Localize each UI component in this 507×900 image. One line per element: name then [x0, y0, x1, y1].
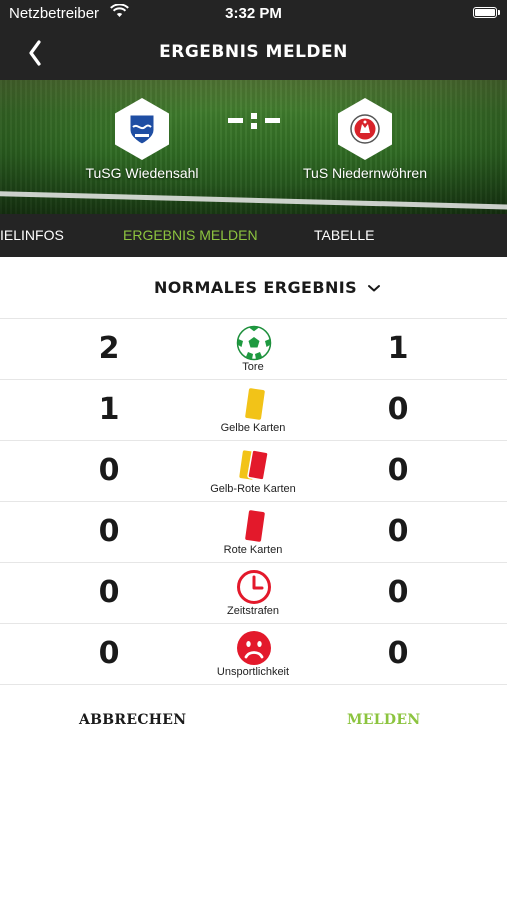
yellow-red-card-icon [234, 447, 274, 483]
battery-icon [473, 7, 500, 18]
sad-face-icon [234, 630, 274, 666]
cancel-button[interactable]: ABBRECHEN [79, 712, 186, 728]
away-unsportsmanlike-value[interactable]: 0 [368, 636, 428, 671]
stat-row-yellow-cards: 1 Gelbe Karten 0 [0, 380, 507, 441]
home-team-name: TuSG Wiedensahl [85, 165, 199, 181]
chevron-down-icon[interactable] [367, 284, 381, 293]
stat-row-yellow-red-cards: 0 Gelb-Rote Karten 0 [0, 441, 507, 502]
stat-label-unsportsmanlike: Unsportlichkeit [216, 666, 290, 678]
home-team-logo [115, 98, 169, 160]
yellow-card-icon [234, 386, 274, 422]
home-goals-value[interactable]: 2 [79, 331, 139, 366]
page-title: ERGEBNIS MELDEN [159, 42, 348, 62]
away-team: TuS Niedernwöhren [275, 98, 455, 181]
away-goals-value[interactable]: 1 [368, 331, 428, 366]
chevron-left-icon [29, 40, 41, 66]
stat-label-yellow-cards: Gelbe Karten [220, 422, 286, 434]
away-yellow-cards-value[interactable]: 0 [368, 392, 428, 427]
away-team-logo [338, 98, 392, 160]
clock-time: 3:32 PM [225, 5, 282, 22]
clock-icon [234, 569, 274, 605]
tab-bar: IELINFOS ERGEBNIS MELDEN TABELLE [0, 214, 507, 257]
stat-label-yellow-red-cards: Gelb-Rote Karten [210, 483, 296, 495]
result-type-label: NORMALES ERGEBNIS [154, 278, 358, 297]
home-red-cards-value[interactable]: 0 [79, 514, 139, 549]
stat-label-time-penalties: Zeitstrafen [227, 605, 279, 617]
home-yellow-cards-value[interactable]: 1 [79, 392, 139, 427]
stats-list: 2 Tore 1 1 Gelbe Karten 0 0 Gelb-Rote Ka… [0, 319, 507, 685]
submit-button[interactable]: MELDEN [347, 712, 420, 728]
away-team-name: TuS Niedernwöhren [303, 165, 427, 181]
stat-row-time-penalties: 0 Zeitstrafen 0 [0, 563, 507, 624]
nav-bar: ERGEBNIS MELDEN [0, 28, 507, 80]
tab-ergebnis-melden[interactable]: ERGEBNIS MELDEN [123, 214, 258, 257]
match-header: TuSG Wiedensahl TuS Niedernwöhren [0, 80, 507, 214]
home-time-penalties-value[interactable]: 0 [79, 575, 139, 610]
home-yellow-red-cards-value[interactable]: 0 [79, 453, 139, 488]
football-icon [234, 325, 274, 361]
back-button[interactable] [22, 36, 48, 70]
tab-spielinfos[interactable]: IELINFOS [0, 214, 64, 257]
away-yellow-red-cards-value[interactable]: 0 [368, 453, 428, 488]
tusg-crest-icon [129, 114, 155, 145]
away-time-penalties-value[interactable]: 0 [368, 575, 428, 610]
score-separator [228, 108, 280, 132]
red-card-icon [234, 508, 274, 544]
home-team: TuSG Wiedensahl [52, 98, 232, 181]
tab-tabelle[interactable]: TABELLE [314, 214, 374, 257]
stat-label-goals: Tore [242, 361, 264, 373]
stat-row-goals: 2 Tore 1 [0, 319, 507, 380]
result-type-selector[interactable]: NORMALES ERGEBNIS [0, 257, 507, 319]
tus-crest-icon [350, 114, 380, 144]
stat-label-red-cards: Rote Karten [223, 544, 283, 556]
home-unsportsmanlike-value[interactable]: 0 [79, 636, 139, 671]
stat-row-red-cards: 0 Rote Karten 0 [0, 502, 507, 563]
stat-row-unsportsmanlike: 0 Unsportlichkeit 0 [0, 624, 507, 685]
away-red-cards-value[interactable]: 0 [368, 514, 428, 549]
status-bar: Netzbetreiber 3:32 PM [0, 0, 507, 28]
